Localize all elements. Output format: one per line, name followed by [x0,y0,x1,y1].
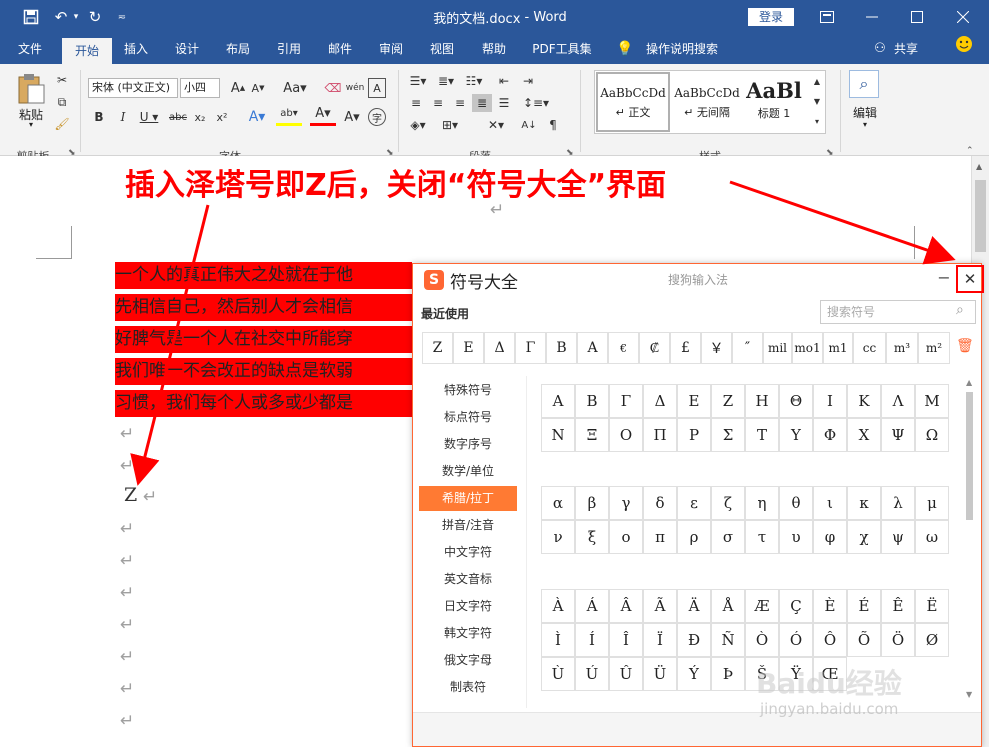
arrow-to-zeta [130,204,210,486]
arrow-to-close [729,180,956,265]
annotation-arrows [130,180,956,486]
watermark-brand: Baidu经验 [756,667,902,700]
watermark-url: jingyan.baidu.com [760,700,899,718]
